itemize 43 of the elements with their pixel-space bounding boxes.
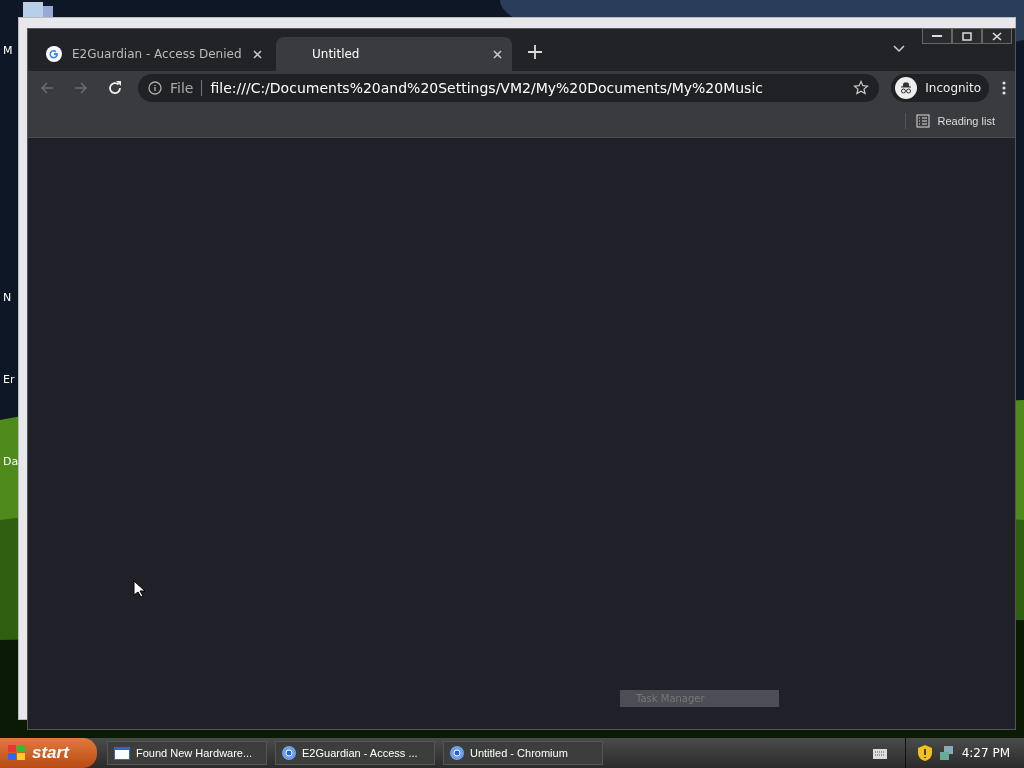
reload-icon bbox=[107, 80, 123, 96]
close-tab-icon[interactable] bbox=[253, 49, 262, 59]
desktop-icon-label[interactable]: Er bbox=[3, 373, 15, 386]
browser-tab[interactable]: E2Guardian - Access Denied bbox=[36, 37, 272, 71]
network-icon[interactable] bbox=[939, 745, 954, 761]
reading-list-button[interactable]: Reading list bbox=[904, 113, 1001, 129]
list-icon bbox=[915, 114, 930, 128]
windows-logo-icon bbox=[8, 745, 26, 761]
profile-button[interactable]: Incognito bbox=[891, 74, 989, 102]
desktop-icon-label[interactable]: Da bbox=[3, 455, 19, 468]
arrow-icon bbox=[73, 80, 89, 96]
info-icon[interactable] bbox=[148, 81, 162, 95]
cursor-icon bbox=[133, 580, 145, 598]
g-logo-icon bbox=[46, 46, 62, 62]
minimize-icon bbox=[932, 34, 942, 38]
close-button[interactable] bbox=[982, 28, 1012, 44]
star-icon[interactable] bbox=[853, 80, 870, 96]
desktop-icon-label[interactable]: N bbox=[3, 291, 12, 304]
taskbar-item[interactable]: Untitled - Chromium bbox=[443, 741, 603, 765]
start-button[interactable]: start bbox=[0, 738, 97, 768]
keyboard-icon[interactable] bbox=[872, 747, 887, 759]
incognito-icon bbox=[895, 77, 918, 99]
minimize-button[interactable] bbox=[922, 28, 952, 44]
address-bar[interactable]: File file:///C:/Documents%20and%20Settings/VM2/My%20Documents/My%20Music bbox=[138, 74, 880, 102]
clock: 4:27 PM bbox=[961, 746, 1010, 760]
chromium-icon bbox=[450, 746, 464, 760]
close-icon bbox=[992, 31, 1002, 41]
maximize-button[interactable] bbox=[952, 28, 982, 44]
scheme-label: File bbox=[170, 80, 203, 96]
caret-icon[interactable] bbox=[893, 45, 905, 53]
browser-tab[interactable]: Untitled bbox=[276, 37, 512, 71]
computer-icon[interactable] bbox=[23, 2, 53, 18]
desktop-icon-label[interactable]: M bbox=[3, 44, 13, 57]
taskbar-item[interactable]: E2Guardian - Access ... bbox=[275, 741, 435, 765]
taskbar-item[interactable]: Found New Hardware... bbox=[107, 741, 267, 765]
close-tab-icon[interactable] bbox=[493, 49, 502, 59]
shield-icon[interactable] bbox=[917, 745, 932, 761]
menu-icon[interactable] bbox=[1001, 80, 1007, 96]
arrow-icon bbox=[39, 80, 55, 96]
chromium-icon bbox=[282, 746, 296, 760]
url-text: file:///C:/Documents%20and%20Settings/VM2/My%20Documents/My%20Music bbox=[210, 80, 764, 96]
window-icon bbox=[114, 746, 130, 760]
maximize-icon bbox=[962, 31, 972, 41]
